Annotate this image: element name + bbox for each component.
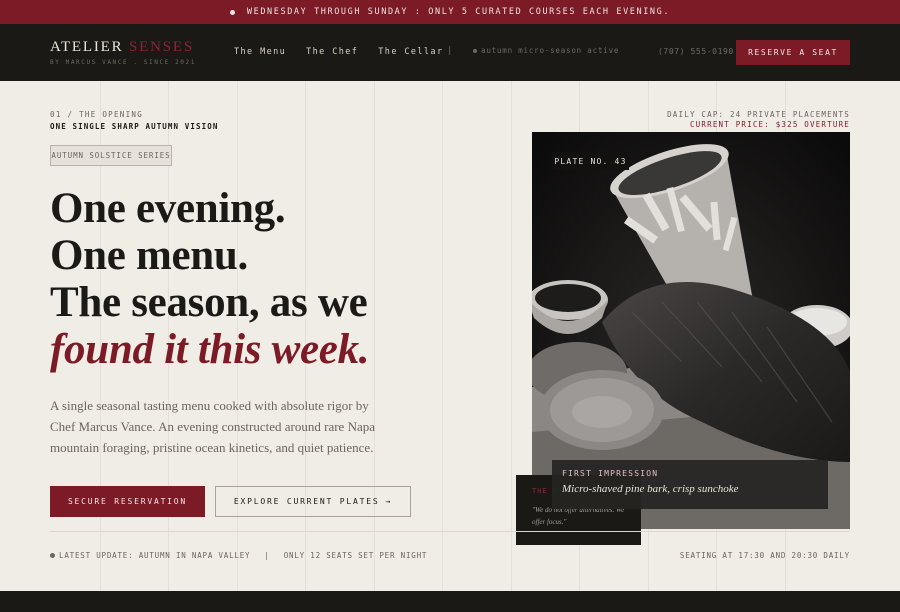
headline-line-1: One evening. <box>50 185 286 232</box>
section-kicker: 01 / THE OPENING <box>50 110 144 119</box>
hero-headline: One evening. One menu. The season, as we… <box>50 185 370 373</box>
explore-plates-label: EXPLORE CURRENT PLATES <box>233 497 380 506</box>
update-dot-icon <box>50 553 55 558</box>
brand-name-main: ATELIER <box>50 39 129 55</box>
footer-band <box>0 591 900 612</box>
explore-plates-button[interactable]: EXPLORE CURRENT PLATES → <box>215 486 411 517</box>
headline-line-3: The season, as we <box>50 279 368 326</box>
nav-link-cellar[interactable]: The Cellar <box>378 47 443 57</box>
bullet-dot-icon <box>229 9 235 15</box>
grid-line <box>442 81 443 591</box>
nav-separator: | <box>447 46 453 56</box>
nav-link-chef[interactable]: The Chef <box>306 47 358 57</box>
plate-number-badge: PLATE NO. 43 <box>552 152 629 170</box>
season-status: autumn micro-season active <box>473 46 619 55</box>
latest-update: LATEST UPDATE: AUTUMN IN NAPA VALLEY <box>59 551 251 560</box>
hero-description: A single seasonal tasting menu cooked wi… <box>50 398 375 455</box>
brand-subtitle: BY MARCUS VANCE . SINCE 2021 <box>50 59 196 66</box>
seats-per-night: ONLY 12 SEATS SET PER NIGHT <box>283 551 428 560</box>
nav-link-menu[interactable]: The Menu <box>234 47 286 57</box>
daily-cap: DAILY CAP: 24 PRIVATE PLACEMENTS <box>667 110 850 119</box>
arrow-right-icon: → <box>385 497 393 506</box>
seating-times: SEATING AT 17:30 AND 20:30 DAILY <box>679 551 850 560</box>
brand-name-accent: SENSES <box>128 39 194 55</box>
brand-logo[interactable]: ATELIER SENSES <box>50 39 194 56</box>
season-status-text: autumn micro-season active <box>481 46 620 55</box>
headline-emphasis: found it this week. <box>50 326 370 373</box>
current-price: CURRENT PRICE: $325 OVERTURE <box>689 120 850 129</box>
section-subtitle: ONE SINGLE SHARP AUTUMN VISION <box>50 122 219 131</box>
dish-caption: FIRST IMPRESSION Micro-shaved pine bark,… <box>552 460 828 509</box>
status-dot-icon <box>473 48 477 53</box>
announcement-bar: WEDNESDAY THROUGH SUNDAY : ONLY 5 CURATE… <box>0 0 900 24</box>
caption-title: FIRST IMPRESSION <box>562 469 659 478</box>
headline-line-2: One menu. <box>50 232 248 279</box>
strip-separator: | <box>264 551 270 560</box>
update-strip: LATEST UPDATE: AUTUMN IN NAPA VALLEY | O… <box>50 551 427 560</box>
top-navigation: ATELIER SENSES BY MARCUS VANCE . SINCE 2… <box>0 24 900 81</box>
nav-links: The Menu The Chef The Cellar <box>234 47 443 57</box>
series-tag: AUTUMN SOLSTICE SERIES <box>50 145 172 166</box>
section-divider <box>50 531 850 532</box>
reserve-seat-button[interactable]: RESERVE A SEAT <box>736 40 850 65</box>
grid-line <box>511 81 512 591</box>
caption-description: Micro-shaved pine bark, crisp sunchoke <box>562 483 739 495</box>
announcement-text: WEDNESDAY THROUGH SUNDAY : ONLY 5 CURATE… <box>246 7 671 17</box>
phone-number[interactable]: (707) 555-0190 <box>658 47 734 56</box>
secure-reservation-button[interactable]: SECURE RESERVATION <box>50 486 205 517</box>
